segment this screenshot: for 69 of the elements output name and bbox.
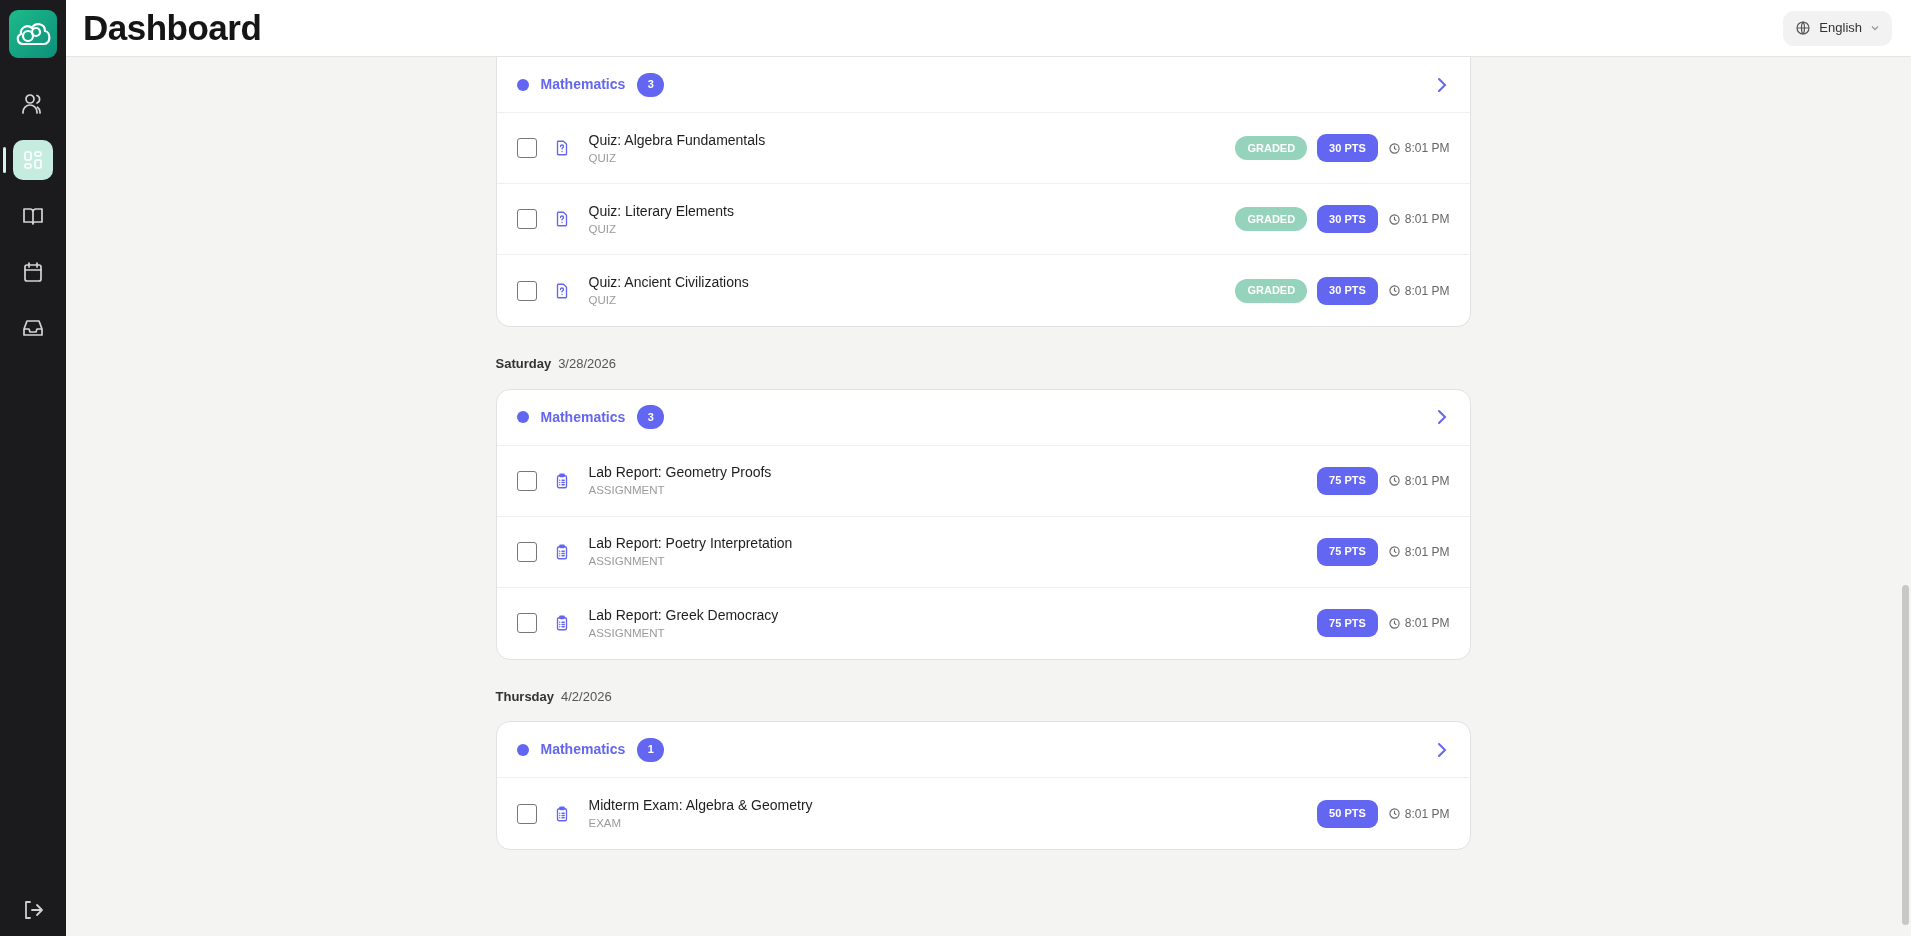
subject-name: Mathematics — [540, 740, 626, 759]
assignment-title[interactable]: Lab Report: Geometry Proofs — [588, 463, 772, 482]
chevron-right-icon[interactable] — [1435, 740, 1448, 759]
points-badge: 30 PTS — [1317, 205, 1378, 233]
assignment-type: QUIZ — [588, 221, 617, 237]
clock-icon — [1388, 142, 1400, 154]
due-time: 8:01 PM — [1404, 543, 1450, 561]
subject-name: Mathematics — [540, 75, 626, 94]
day-label: Saturday — [495, 355, 552, 373]
chevron-right-icon[interactable] — [1435, 75, 1448, 94]
points-badge: 75 PTS — [1317, 609, 1378, 637]
chevron-down-icon — [1870, 23, 1880, 33]
date-label: 4/2/2026 — [561, 687, 612, 706]
assignment-title[interactable]: Midterm Exam: Algebra & Geometry — [588, 796, 813, 815]
count-badge: 3 — [637, 72, 665, 97]
assignment-title[interactable]: Quiz: Literary Elements — [588, 201, 734, 221]
subject-header[interactable]: Mathematics 3 — [496, 57, 1470, 113]
subject-header[interactable]: Mathematics 3 — [496, 389, 1470, 446]
assignment-title[interactable]: Quiz: Algebra Fundamentals — [588, 130, 766, 150]
clock-icon — [1388, 617, 1400, 629]
due-time: 8:01 PM — [1404, 282, 1450, 300]
clock-icon — [1388, 546, 1400, 557]
due-time: 8:01 PM — [1404, 615, 1450, 632]
assignment-type: ASSIGNMENT — [588, 625, 666, 641]
assignment-title[interactable]: Quiz: Ancient Civilizations — [588, 273, 749, 292]
due-time: 8:01 PM — [1404, 211, 1450, 228]
points-badge: 30 PTS — [1317, 134, 1378, 162]
assignment-type: QUIZ — [588, 293, 617, 308]
subject-name: Mathematics — [540, 407, 626, 427]
points-badge: 75 PTS — [1317, 466, 1378, 495]
status-badge: GRADED — [1235, 278, 1308, 303]
subject-header[interactable]: Mathematics 1 — [496, 722, 1470, 778]
checkbox[interactable] — [516, 470, 537, 491]
checkbox[interactable] — [516, 138, 537, 158]
due-time: 8:01 PM — [1404, 140, 1450, 157]
assignment-type: ASSIGNMENT — [588, 483, 666, 498]
points-badge: 75 PTS — [1317, 537, 1378, 566]
points-badge: 50 PTS — [1317, 799, 1378, 828]
page-title: Dashboard — [83, 6, 262, 49]
assignment-type: ASSIGNMENT — [588, 554, 666, 569]
clock-icon — [1388, 808, 1400, 819]
checkbox[interactable] — [516, 209, 537, 229]
logo-icon[interactable] — [9, 10, 57, 58]
active-indicator — [3, 147, 6, 173]
day-label: Thursday — [495, 687, 554, 706]
clock-icon — [1388, 213, 1400, 225]
assignment-type: QUIZ — [588, 150, 617, 166]
chevron-right-icon[interactable] — [1435, 408, 1448, 426]
checkbox[interactable] — [516, 541, 537, 562]
date-label: 3/28/2026 — [558, 355, 616, 373]
count-badge: 3 — [637, 405, 665, 429]
status-badge: GRADED — [1235, 207, 1308, 231]
checkbox[interactable] — [516, 613, 537, 633]
scrollbar[interactable] — [1902, 585, 1909, 925]
clock-icon — [1388, 475, 1400, 486]
due-time: 8:01 PM — [1404, 805, 1450, 823]
checkbox[interactable] — [516, 280, 537, 301]
checkbox[interactable] — [516, 803, 537, 824]
dashboard-icon[interactable] — [13, 140, 53, 180]
points-badge: 30 PTS — [1317, 276, 1378, 305]
clock-icon — [1388, 285, 1400, 296]
assignment-title[interactable]: Lab Report: Poetry Interpretation — [588, 534, 793, 553]
assignment-type: EXAM — [588, 816, 623, 831]
assignment-title[interactable]: Lab Report: Greek Democracy — [588, 605, 779, 625]
language-selector[interactable]: English — [1783, 10, 1892, 46]
status-badge: GRADED — [1235, 136, 1308, 160]
globe-icon — [1795, 20, 1812, 36]
due-time: 8:01 PM — [1404, 472, 1450, 490]
count-badge: 1 — [637, 737, 665, 762]
